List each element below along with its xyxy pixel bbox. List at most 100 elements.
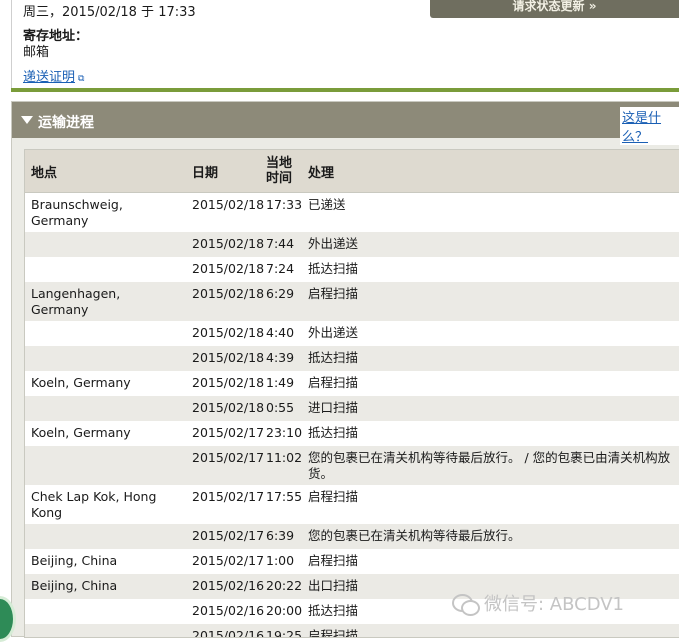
shipment-progress-header[interactable]: 运输进程 bbox=[12, 102, 679, 138]
cell-time: 7:44 bbox=[266, 236, 295, 251]
column-header-location: 地点 bbox=[25, 150, 186, 193]
cell-activity: 抵达扫描 bbox=[308, 425, 359, 440]
cell-time: 6:29 bbox=[266, 286, 295, 301]
table-row: Koeln, Germany 2015/02/18 1:49 启程扫描 bbox=[25, 371, 679, 396]
table-row: Chek Lap Kok, Hong Kong 2015/02/17 17:55 启程… bbox=[25, 485, 679, 524]
cell-time: 17:55 bbox=[266, 489, 303, 504]
cell-date: 2015/02/18 bbox=[192, 325, 265, 340]
cell-activity: 您的包裹已在清关机构等待最后放行。 / 您的包裹已由清关机构放货。 bbox=[308, 450, 671, 481]
cell-location: Beijing, China bbox=[31, 553, 118, 568]
table-header-row: 地点 日期 当地 时间 处理 bbox=[25, 150, 679, 193]
request-status-update-button[interactable]: 请求状态更新 » bbox=[430, 0, 679, 18]
delivered-datetime: 周三，2015/02/18 于 17:33 bbox=[23, 5, 196, 20]
external-link-icon: ⧉ bbox=[78, 74, 85, 84]
proof-of-delivery-label[interactable]: 递送证明 bbox=[23, 70, 75, 85]
cell-date: 2015/02/18 bbox=[192, 350, 265, 365]
table-row: Langenhagen, Germany 2015/02/18 6:29 启程扫描 bbox=[25, 282, 679, 321]
cell-time: 7:24 bbox=[266, 261, 295, 276]
cell-activity: 进口扫描 bbox=[308, 400, 359, 415]
column-header-local-time: 当地 时间 bbox=[260, 150, 302, 193]
table-row: Koeln, Germany 2015/02/17 23:10 抵达扫描 bbox=[25, 421, 679, 446]
cell-location bbox=[25, 446, 186, 485]
cell-location bbox=[25, 346, 186, 371]
cell-date: 2015/02/18 bbox=[192, 400, 265, 415]
accent-divider bbox=[11, 88, 679, 92]
cell-time: 1:00 bbox=[266, 553, 295, 568]
table-row: 2015/02/18 4:40 外出递送 bbox=[25, 321, 679, 346]
whats-this-link[interactable]: 这是什么？ bbox=[620, 107, 679, 145]
cell-date: 2015/02/16 bbox=[192, 628, 265, 638]
cell-activity: 抵达扫描 bbox=[308, 261, 359, 276]
cell-date: 2015/02/17 bbox=[192, 553, 265, 568]
wechat-icon bbox=[452, 592, 480, 616]
progress-table-body: Braunschweig, Germany 2015/02/18 17:33 已递送 2… bbox=[25, 192, 679, 638]
cell-activity: 启程扫描 bbox=[308, 628, 359, 638]
table-row: 2015/02/18 7:24 抵达扫描 bbox=[25, 257, 679, 282]
cell-time: 0:55 bbox=[266, 400, 295, 415]
cell-location: Chek Lap Kok, Hong Kong bbox=[31, 489, 157, 520]
cell-location: Koeln, Germany bbox=[31, 375, 131, 390]
table-row: 2015/02/18 0:55 进口扫描 bbox=[25, 396, 679, 421]
time-header-line1: 当地 bbox=[266, 156, 293, 171]
cell-date: 2015/02/16 bbox=[192, 578, 265, 593]
cell-location: Koeln, Germany bbox=[31, 425, 131, 440]
table-row: Beijing, China 2015/02/17 1:00 启程扫描 bbox=[25, 549, 679, 574]
table-row: 2015/02/18 4:39 抵达扫描 bbox=[25, 346, 679, 371]
cell-location: Beijing, China bbox=[31, 578, 118, 593]
cell-date: 2015/02/18 bbox=[192, 261, 265, 276]
cell-time: 19:25 bbox=[266, 628, 303, 638]
progress-table-container: 地点 日期 当地 时间 处理 Braunschweig, Germany 2015/… bbox=[24, 149, 679, 638]
proof-of-delivery-link[interactable]: 递送证明 ⧉ bbox=[23, 66, 84, 85]
cell-location: Braunschweig, Germany bbox=[31, 197, 123, 228]
cell-date: 2015/02/17 bbox=[192, 450, 265, 465]
cell-activity: 已递送 bbox=[308, 197, 346, 212]
cell-location bbox=[25, 599, 186, 624]
cell-activity: 启程扫描 bbox=[308, 375, 359, 390]
cell-time: 20:22 bbox=[266, 578, 303, 593]
panel-border bbox=[11, 0, 12, 92]
table-row: Braunschweig, Germany 2015/02/18 17:33 已递送 bbox=[25, 192, 679, 232]
cell-location bbox=[25, 396, 186, 421]
cell-time: 1:49 bbox=[266, 375, 295, 390]
cell-date: 2015/02/18 bbox=[192, 197, 265, 212]
cell-location bbox=[25, 232, 186, 257]
cell-date: 2015/02/17 bbox=[192, 489, 265, 504]
cell-activity: 您的包裹已在清关机构等待最后放行。 bbox=[308, 528, 521, 543]
cell-location bbox=[25, 624, 186, 637]
cell-activity: 外出递送 bbox=[308, 325, 359, 340]
cell-location bbox=[25, 524, 186, 549]
section-title: 运输进程 bbox=[38, 115, 94, 131]
cell-date: 2015/02/18 bbox=[192, 236, 265, 251]
cell-location: Langenhagen, Germany bbox=[31, 286, 121, 317]
cell-activity: 抵达扫描 bbox=[308, 350, 359, 365]
cell-date: 2015/02/17 bbox=[192, 528, 265, 543]
cell-date: 2015/02/18 bbox=[192, 375, 265, 390]
cell-time: 20:00 bbox=[266, 603, 303, 618]
cell-location bbox=[25, 257, 186, 282]
column-header-activity: 处理 bbox=[302, 150, 679, 193]
cell-time: 23:10 bbox=[266, 425, 303, 440]
cell-location bbox=[25, 321, 186, 346]
cell-activity: 外出递送 bbox=[308, 236, 359, 251]
watermark-text: 微信号: ABCDV1 bbox=[484, 594, 625, 615]
cell-time: 11:02 bbox=[266, 450, 303, 465]
collapse-caret-icon[interactable] bbox=[21, 116, 33, 124]
cell-date: 2015/02/18 bbox=[192, 286, 265, 301]
cell-time: 6:39 bbox=[266, 528, 295, 543]
table-row: 2015/02/17 6:39 您的包裹已在清关机构等待最后放行。 bbox=[25, 524, 679, 549]
left-at-value: 邮箱 bbox=[23, 45, 50, 60]
cell-activity: 启程扫描 bbox=[308, 553, 359, 568]
cell-activity: 启程扫描 bbox=[308, 489, 359, 504]
progress-table: 地点 日期 当地 时间 处理 Braunschweig, Germany 2015/… bbox=[25, 150, 679, 638]
cell-time: 4:39 bbox=[266, 350, 295, 365]
cell-time: 4:40 bbox=[266, 325, 295, 340]
time-header-line2: 时间 bbox=[266, 171, 293, 186]
shipment-progress-section: 运输进程 这是什么？ 地点 日期 当地 时间 处理 Braunschweig, G… bbox=[11, 101, 679, 638]
table-row: 2015/02/18 7:44 外出递送 bbox=[25, 232, 679, 257]
cell-activity: 启程扫描 bbox=[308, 286, 359, 301]
table-row: 2015/02/16 19:25 启程扫描 bbox=[25, 624, 679, 638]
cell-date: 2015/02/16 bbox=[192, 603, 265, 618]
wechat-watermark: 微信号: ABCDV1 bbox=[452, 590, 624, 616]
table-row: 2015/02/17 11:02 您的包裹已在清关机构等待最后放行。 / 您的包裹已… bbox=[25, 446, 679, 485]
cell-date: 2015/02/17 bbox=[192, 425, 265, 440]
